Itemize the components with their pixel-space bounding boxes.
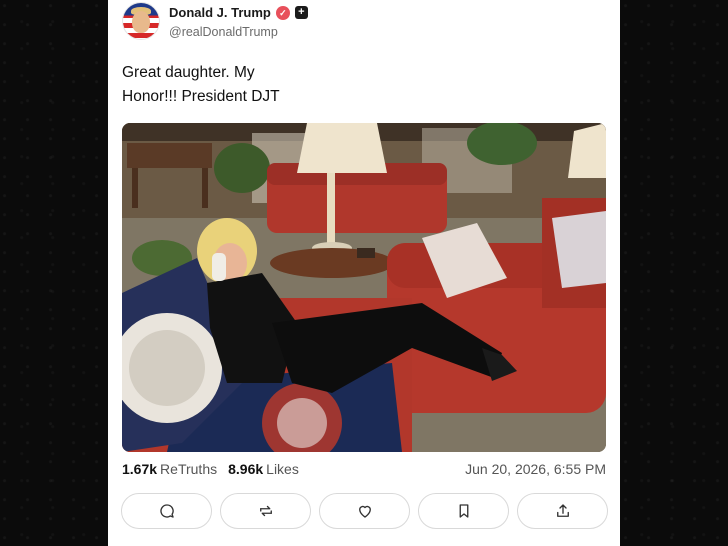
likes-stat[interactable]: 8.96k Likes bbox=[228, 461, 299, 477]
repost-icon bbox=[259, 505, 272, 517]
stat-group: 1.67k ReTruths 8.96k Likes bbox=[122, 461, 299, 477]
share-icon bbox=[556, 504, 569, 517]
post-card: Donald J. Trump ✓ + @realDonaldTrump Gre… bbox=[108, 0, 620, 546]
name-row: Donald J. Trump ✓ + bbox=[169, 5, 308, 20]
post-text-line-1: Great daughter. My bbox=[122, 64, 255, 81]
avatar-face bbox=[132, 11, 150, 33]
post-text: Great daughter. My Honor!!! President DJ… bbox=[122, 61, 422, 109]
avatar[interactable] bbox=[122, 2, 160, 40]
post-text-line-2: Honor!!! President DJT bbox=[122, 88, 280, 105]
post-timestamp[interactable]: Jun 20, 2026, 6:55 PM bbox=[465, 461, 606, 477]
verified-check-icon: ✓ bbox=[275, 5, 290, 20]
display-name[interactable]: Donald J. Trump bbox=[169, 5, 271, 20]
retruths-count: 1.67k bbox=[122, 461, 158, 477]
user-handle[interactable]: @realDonaldTrump bbox=[169, 25, 278, 39]
post-photo[interactable] bbox=[122, 123, 606, 452]
share-button[interactable] bbox=[517, 493, 608, 529]
bookmark-button[interactable] bbox=[418, 493, 509, 529]
retruths-stat[interactable]: 1.67k ReTruths bbox=[122, 461, 217, 477]
like-button[interactable] bbox=[319, 493, 410, 529]
heart-icon bbox=[358, 505, 371, 518]
plus-icon: + bbox=[294, 6, 308, 19]
comment-icon bbox=[159, 504, 174, 518]
reply-button[interactable] bbox=[121, 493, 212, 529]
likes-label: Likes bbox=[266, 461, 299, 477]
action-bar bbox=[121, 493, 608, 529]
retruth-button[interactable] bbox=[220, 493, 311, 529]
photo-illustration bbox=[122, 123, 606, 452]
post-header: Donald J. Trump ✓ + @realDonaldTrump bbox=[122, 2, 606, 42]
bookmark-icon bbox=[459, 504, 468, 518]
retruths-label: ReTruths bbox=[160, 461, 218, 477]
post-stats: 1.67k ReTruths 8.96k Likes Jun 20, 2026, 6… bbox=[122, 461, 606, 479]
likes-count: 8.96k bbox=[228, 461, 264, 477]
